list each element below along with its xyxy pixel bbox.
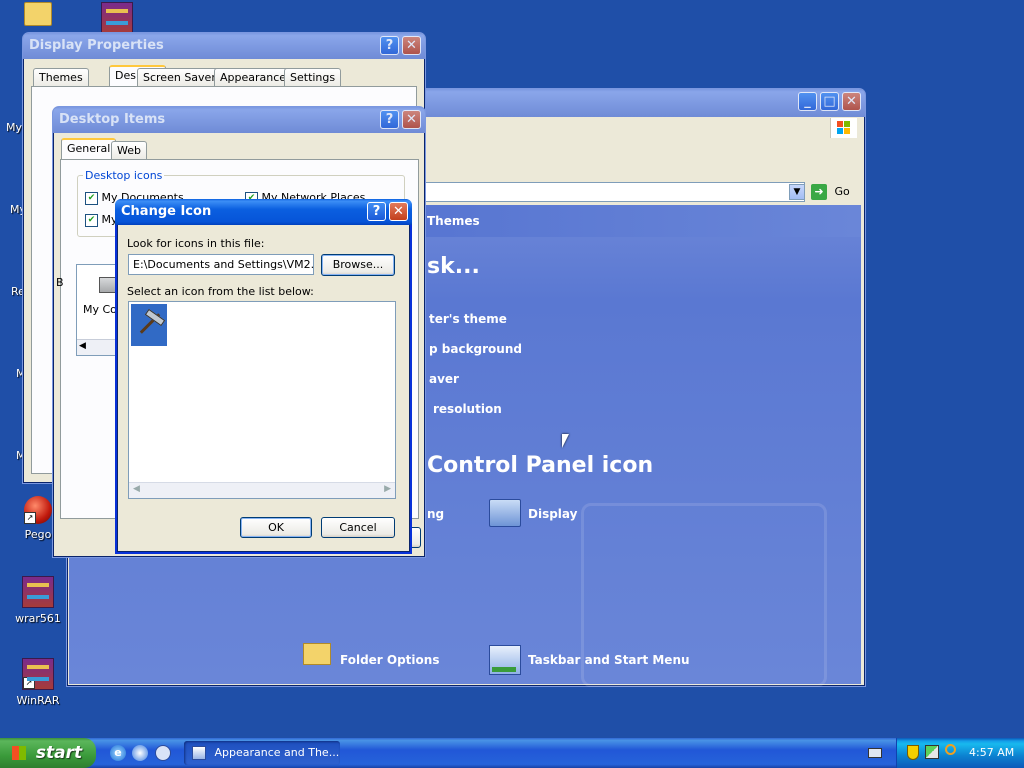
file-path-value: E:\Documents and Settings\VM2.COL — [133, 258, 314, 271]
tab-web[interactable]: Web — [111, 141, 147, 159]
taskbar: start e Appearance and The... 4:57 AM — [0, 738, 1024, 768]
close-button[interactable]: ✕ — [842, 92, 861, 111]
windows-logo-icon — [830, 118, 857, 138]
scrollbar-horizontal[interactable]: ◀ ▶ — [129, 482, 395, 498]
group-label: Desktop icons — [83, 169, 165, 182]
desktop-icon-label: WinRAR — [16, 694, 60, 707]
tab-themes[interactable]: Themes — [33, 68, 89, 86]
mouse-cursor-icon — [562, 434, 569, 448]
desktop-icon-winrar[interactable]: ↗ WinRAR — [3, 658, 73, 707]
tab-appearance[interactable]: Appearance — [214, 68, 293, 86]
windows-flag-icon — [12, 746, 26, 760]
desktop-icon-label: wrar561 — [15, 612, 61, 625]
shortcut-arrow-icon: ↗ — [23, 677, 35, 689]
scroll-right-icon[interactable]: ▶ — [384, 484, 391, 494]
icon-list-item-selected[interactable] — [131, 304, 167, 346]
folder-icon — [24, 2, 52, 26]
tab-settings[interactable]: Settings — [284, 68, 342, 86]
checkbox-my-partial[interactable]: ✔ My — [85, 213, 118, 227]
winrar-icon — [22, 576, 54, 608]
taskbar-start-menu-icon — [489, 645, 521, 675]
cp-item-display[interactable]: Display — [528, 507, 577, 521]
maximize-button[interactable]: □ — [820, 92, 839, 111]
display-icon — [489, 499, 521, 527]
desktop-icon-wrar561[interactable]: wrar561 — [3, 576, 73, 625]
task-link-resolution[interactable]: resolution — [433, 402, 502, 416]
go-button[interactable]: ➜ Go — [811, 182, 857, 202]
clock[interactable]: 4:57 AM — [969, 738, 1014, 768]
desktop-items-titlebar[interactable]: Desktop Items ? ✕ — [53, 107, 425, 133]
security-shield-icon[interactable] — [907, 745, 919, 760]
start-button[interactable]: start — [0, 738, 96, 768]
taskbar-button-label: Appearance and The... — [214, 746, 340, 759]
tab-screen-saver[interactable]: Screen Saver — [137, 68, 222, 86]
change-icon-dialog: Change Icon ? ✕ Look for icons in this f… — [115, 199, 412, 554]
task-link-screensaver[interactable]: aver — [429, 372, 459, 386]
go-label: Go — [834, 185, 850, 198]
help-button[interactable]: ? — [380, 110, 399, 129]
winrar-icon — [101, 2, 133, 34]
search-icon[interactable] — [945, 744, 956, 755]
winrar-icon: ↗ — [22, 658, 54, 690]
pickaxe-icon — [135, 308, 166, 338]
icon-label: My Co — [83, 303, 117, 316]
change-icon-titlebar[interactable]: Change Icon ? ✕ — [115, 199, 412, 225]
ok-button[interactable]: OK — [240, 517, 312, 538]
cp-item-partial[interactable]: ng — [427, 507, 444, 521]
close-button[interactable]: ✕ — [402, 110, 421, 129]
pick-icon-heading: Control Panel icon — [427, 453, 654, 478]
keyboard-icon[interactable] — [868, 748, 882, 758]
control-panel-icon — [192, 746, 206, 760]
checkbox-icon: ✔ — [85, 191, 98, 205]
cp-item-folder-options[interactable]: Folder Options — [340, 653, 439, 667]
help-button[interactable]: ? — [380, 36, 399, 55]
window-title: Desktop Items — [59, 112, 166, 127]
help-button[interactable]: ? — [367, 202, 386, 221]
section-label: B — [56, 276, 64, 289]
task-link-theme[interactable]: ter's theme — [429, 312, 507, 326]
minimize-button[interactable]: _ — [798, 92, 817, 111]
close-button[interactable]: ✕ — [402, 36, 421, 55]
file-path-input[interactable]: E:\Documents and Settings\VM2.COL — [128, 254, 314, 275]
taskbar-button-appearance[interactable]: Appearance and The... — [184, 741, 340, 765]
go-arrow-icon: ➜ — [811, 184, 827, 200]
checkbox-icon: ✔ — [85, 213, 98, 227]
shortcut-arrow-icon: ↗ — [24, 512, 36, 524]
show-desktop-icon[interactable] — [155, 745, 171, 761]
tab-general[interactable]: General — [61, 138, 117, 159]
display-properties-titlebar[interactable]: Display Properties ? ✕ — [23, 33, 425, 59]
folder-options-icon — [303, 643, 331, 665]
themes-link[interactable]: Themes — [427, 214, 480, 228]
pick-task-heading: sk... — [427, 254, 480, 279]
address-dropdown-button[interactable]: ▼ — [789, 184, 805, 200]
close-button[interactable]: ✕ — [389, 202, 408, 221]
network-icon[interactable] — [925, 745, 939, 759]
desktop-icon-label: Pego — [24, 528, 52, 541]
media-player-icon[interactable] — [132, 745, 148, 761]
scroll-left-icon[interactable]: ◀ — [133, 484, 140, 494]
system-tray: 4:57 AM — [896, 738, 1024, 768]
window-title: Display Properties — [29, 38, 164, 53]
red-globe-icon: ↗ — [24, 496, 52, 524]
desktop-icon-label[interactable]: My — [6, 121, 22, 134]
select-label: Select an icon from the list below: — [127, 285, 314, 298]
window-title: Change Icon — [121, 204, 212, 219]
scroll-left-icon[interactable]: ◀ — [79, 341, 86, 351]
cancel-button[interactable]: Cancel — [321, 517, 395, 538]
start-label: start — [35, 743, 83, 763]
task-link-background[interactable]: p background — [429, 342, 522, 356]
cp-item-taskbar[interactable]: Taskbar and Start Menu — [528, 653, 690, 667]
browse-button[interactable]: Browse... — [321, 254, 395, 276]
internet-explorer-icon[interactable]: e — [110, 745, 126, 761]
look-label: Look for icons in this file: — [127, 237, 265, 250]
icon-list[interactable]: ◀ ▶ — [128, 301, 396, 499]
